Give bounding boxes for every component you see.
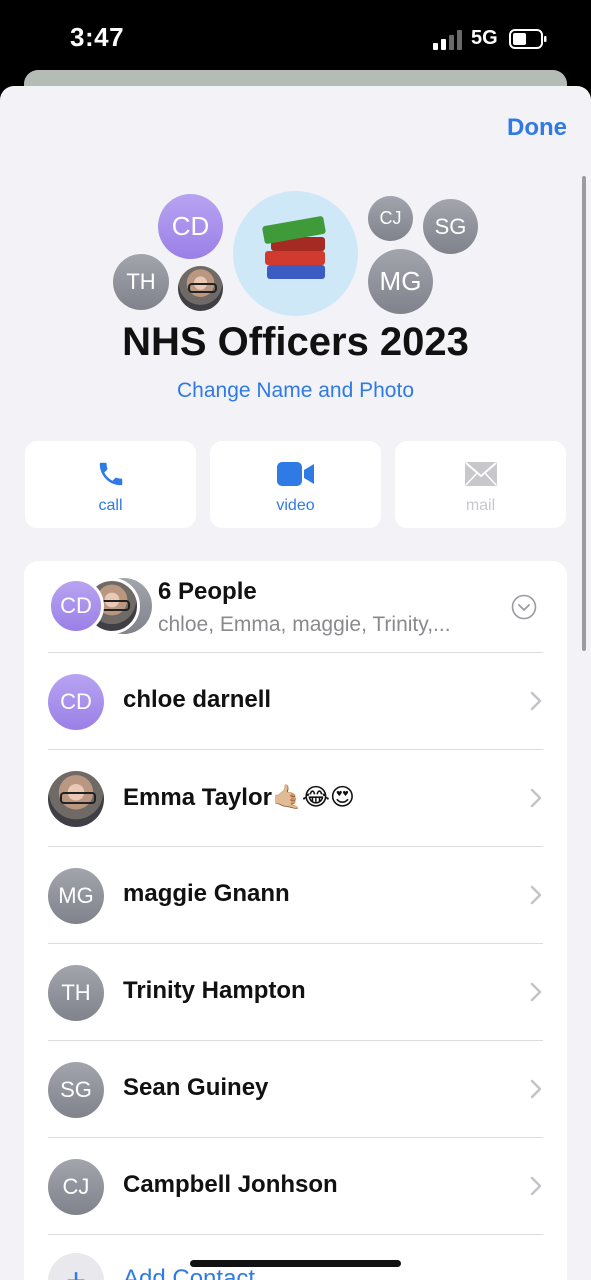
contact-row-sean[interactable]: SG Sean Guiney	[24, 1041, 567, 1138]
avatar: CJ	[48, 1159, 104, 1215]
status-time: 3:47	[70, 22, 125, 52]
avatar-cj: CJ	[368, 196, 413, 241]
contact-name: Emma Taylor🤙🏼😂😍	[123, 784, 355, 811]
summary-avatar-front: CD	[48, 578, 104, 634]
video-camera-icon	[276, 462, 314, 486]
done-button[interactable]: Done	[507, 114, 567, 142]
contact-row-trinity[interactable]: TH Trinity Hampton	[24, 944, 567, 1041]
avatar: TH	[48, 965, 104, 1021]
mail-label: mail	[465, 497, 496, 514]
chevron-right-icon	[530, 788, 542, 808]
contact-row-chloe[interactable]: CD chloe darnell	[24, 653, 567, 750]
avatar-th: TH	[113, 254, 169, 310]
group-name: NHS Officers 2023	[122, 320, 469, 364]
avatar	[48, 771, 104, 827]
avatar-sg: SG	[423, 199, 478, 254]
chevron-right-icon	[530, 1176, 542, 1196]
people-count: 6 People	[158, 578, 257, 605]
avatar-photo-emma	[178, 266, 223, 311]
people-list: CD 6 People chloe, Emma, maggie, Trinity…	[24, 561, 567, 1280]
call-label: call	[98, 497, 123, 514]
scrollbar[interactable]	[582, 176, 586, 651]
chevron-right-icon	[530, 1079, 542, 1099]
home-indicator[interactable]	[190, 1260, 401, 1267]
network-label: 5G	[471, 27, 498, 49]
contact-row-emma[interactable]: Emma Taylor🤙🏼😂😍	[24, 750, 567, 847]
call-button[interactable]: call	[25, 441, 196, 528]
contact-name: chloe darnell	[123, 686, 272, 713]
contact-name: maggie Gnann	[123, 880, 290, 907]
chevron-right-icon	[530, 982, 542, 1002]
signal-icon	[433, 30, 462, 50]
chevron-right-icon	[530, 691, 542, 711]
people-names-preview: chloe, Emma, maggie, Trinity,...	[158, 613, 451, 636]
phone-icon	[99, 462, 122, 486]
books-icon	[259, 215, 333, 291]
avatar-mg: MG	[368, 249, 433, 314]
mail-button[interactable]: mail	[395, 441, 566, 528]
group-photo[interactable]	[233, 191, 358, 316]
add-contact-label: Add Contact	[123, 1265, 256, 1280]
battery-icon	[509, 29, 547, 49]
contact-name: Sean Guiney	[123, 1074, 269, 1101]
video-button[interactable]: video	[210, 441, 381, 528]
chevron-right-icon	[530, 885, 542, 905]
contact-name: Campbell Jonhson	[123, 1171, 338, 1198]
avatar: CD	[48, 674, 104, 730]
plus-icon: +	[48, 1253, 104, 1280]
contact-row-campbell[interactable]: CJ Campbell Jonhson	[24, 1138, 567, 1235]
status-bar: 3:47 5G	[0, 0, 591, 80]
mail-icon	[464, 462, 497, 486]
people-summary-row[interactable]: CD 6 People chloe, Emma, maggie, Trinity…	[24, 561, 567, 653]
avatar-cd: CD	[158, 194, 223, 259]
contact-row-maggie[interactable]: MG maggie Gnann	[24, 847, 567, 944]
group-info-sheet: Done CD TH CJ SG MG NHS Officers 2023 Ch…	[0, 86, 591, 1280]
video-label: video	[276, 497, 315, 514]
contact-name: Trinity Hampton	[123, 977, 306, 1004]
avatar: SG	[48, 1062, 104, 1118]
change-name-photo-link[interactable]: Change Name and Photo	[0, 379, 591, 403]
avatar: MG	[48, 868, 104, 924]
expand-chevron-icon[interactable]	[511, 594, 537, 620]
